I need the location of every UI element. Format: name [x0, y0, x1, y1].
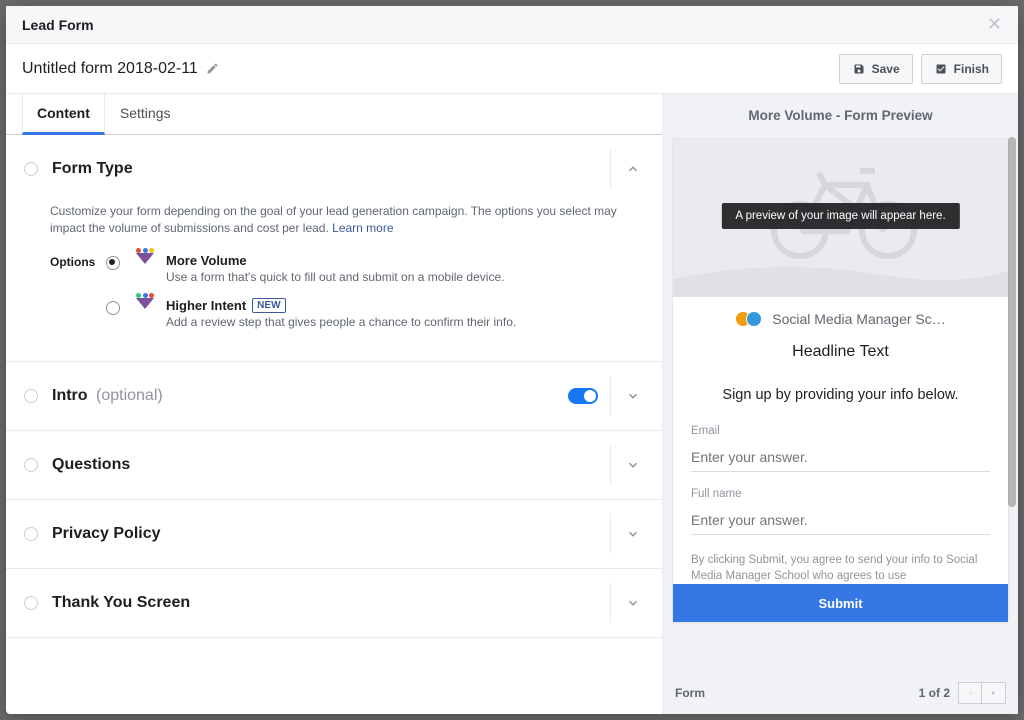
intro-title-text: Intro — [52, 387, 88, 404]
funnel-icon — [134, 253, 156, 275]
optional-label: (optional) — [96, 387, 163, 404]
options-list: More Volume Use a form that's quick to f… — [106, 253, 618, 343]
section-intro: Intro (optional) — [6, 362, 662, 431]
option-desc: Add a review step that gives people a ch… — [166, 315, 618, 329]
option-title: More Volume — [166, 253, 247, 268]
section-radio-icon — [24, 162, 38, 176]
radio-icon — [106, 256, 120, 270]
fullname-input[interactable] — [691, 506, 990, 535]
funnel-icon — [134, 298, 156, 320]
preview-scroll: A preview of your image will appear here… — [663, 137, 1018, 672]
pager-next-button[interactable] — [982, 682, 1006, 704]
edit-name-icon[interactable] — [206, 62, 219, 75]
section-title-form-type: Form Type — [52, 160, 133, 178]
section-title-thank-you: Thank You Screen — [52, 594, 190, 612]
form-type-description: Customize your form depending on the goa… — [50, 203, 618, 237]
options-label: Options — [50, 253, 106, 343]
page-name: Social Media Manager Sc… — [772, 311, 946, 327]
chevron-down-icon[interactable] — [610, 514, 654, 554]
modal-title: Lead Form — [22, 17, 94, 33]
header-actions: Save Finish — [839, 54, 1002, 84]
chevron-up-icon[interactable] — [610, 149, 654, 189]
field-label-email: Email — [691, 425, 990, 437]
left-panel: Content Settings Form Type Customize you… — [6, 94, 663, 714]
scrollbar[interactable] — [1008, 137, 1016, 672]
form-name-row: Untitled form 2018-02-11 Save Finish — [6, 44, 1018, 94]
form-name: Untitled form 2018-02-11 — [22, 60, 198, 78]
field-fullname: Full name — [673, 482, 1008, 545]
option-title: Higher Intent — [166, 298, 246, 313]
finish-label: Finish — [954, 62, 989, 76]
section-radio-icon — [24, 527, 38, 541]
preview-headline: Headline Text — [673, 333, 1008, 377]
option-desc: Use a form that's quick to fill out and … — [166, 270, 618, 284]
section-questions: Questions — [6, 431, 662, 500]
modal-body: Content Settings Form Type Customize you… — [6, 94, 1018, 714]
section-radio-icon — [24, 596, 38, 610]
radio-icon — [106, 301, 120, 315]
section-radio-icon — [24, 458, 38, 472]
preview-signup-text: Sign up by providing your info below. — [673, 377, 1008, 419]
submit-label: Submit — [818, 596, 862, 611]
email-input[interactable] — [691, 443, 990, 472]
section-head-intro[interactable]: Intro (optional) — [6, 362, 662, 430]
section-form-type: Form Type Customize your form depending … — [6, 135, 662, 362]
pager-info: 1 of 2 — [919, 686, 950, 700]
finish-button[interactable]: Finish — [921, 54, 1002, 84]
save-button[interactable]: Save — [839, 54, 913, 84]
pager-prev-button[interactable] — [958, 682, 982, 704]
section-title-intro: Intro (optional) — [52, 387, 163, 405]
finish-icon — [934, 63, 948, 75]
section-title-questions: Questions — [52, 456, 130, 474]
option-more-volume[interactable]: More Volume Use a form that's quick to f… — [106, 253, 618, 284]
preview-image-area: A preview of your image will appear here… — [673, 137, 1008, 297]
save-label: Save — [872, 62, 900, 76]
preview-card: A preview of your image will appear here… — [673, 137, 1008, 622]
section-radio-icon — [24, 389, 38, 403]
options-row: Options More Volume — [50, 253, 618, 343]
chevron-down-icon[interactable] — [610, 445, 654, 485]
modal-header: Lead Form ✕ — [6, 6, 1018, 44]
tab-settings[interactable]: Settings — [105, 94, 186, 134]
section-thank-you: Thank You Screen — [6, 569, 662, 638]
submit-button[interactable]: Submit — [673, 584, 1008, 622]
section-head-form-type[interactable]: Form Type — [6, 135, 662, 203]
preview-panel: More Volume - Form Preview — [663, 94, 1018, 714]
pager-buttons — [958, 682, 1006, 704]
page-avatar-icon — [735, 311, 762, 327]
section-head-thank-you[interactable]: Thank You Screen — [6, 569, 662, 637]
section-privacy: Privacy Policy — [6, 500, 662, 569]
image-tooltip: A preview of your image will appear here… — [721, 203, 959, 229]
pager-label: Form — [675, 686, 705, 700]
option-text: Higher Intent NEW Add a review step that… — [166, 298, 618, 329]
preview-title: More Volume - Form Preview — [663, 94, 1018, 137]
save-icon — [852, 63, 866, 75]
consent-text: By clicking Submit, you agree to send yo… — [673, 545, 1008, 584]
section-head-privacy[interactable]: Privacy Policy — [6, 500, 662, 568]
tab-content[interactable]: Content — [22, 94, 105, 135]
chevron-down-icon[interactable] — [610, 376, 654, 416]
new-badge: NEW — [252, 298, 285, 313]
option-higher-intent[interactable]: Higher Intent NEW Add a review step that… — [106, 298, 618, 329]
section-head-questions[interactable]: Questions — [6, 431, 662, 499]
sections-list: Form Type Customize your form depending … — [6, 135, 662, 714]
field-email: Email — [673, 419, 1008, 482]
tabs: Content Settings — [6, 94, 662, 135]
lead-form-modal: Lead Form ✕ Untitled form 2018-02-11 Sav… — [6, 6, 1018, 714]
section-body-form-type: Customize your form depending on the goa… — [6, 203, 662, 361]
field-label-fullname: Full name — [691, 488, 990, 500]
learn-more-link[interactable]: Learn more — [332, 221, 393, 235]
chevron-down-icon[interactable] — [610, 583, 654, 623]
preview-pager: Form 1 of 2 — [663, 672, 1018, 714]
section-title-privacy: Privacy Policy — [52, 525, 161, 543]
page-row: Social Media Manager Sc… — [673, 297, 1008, 333]
close-icon[interactable]: ✕ — [987, 14, 1002, 35]
option-text: More Volume Use a form that's quick to f… — [166, 253, 618, 284]
intro-toggle[interactable] — [568, 388, 598, 404]
